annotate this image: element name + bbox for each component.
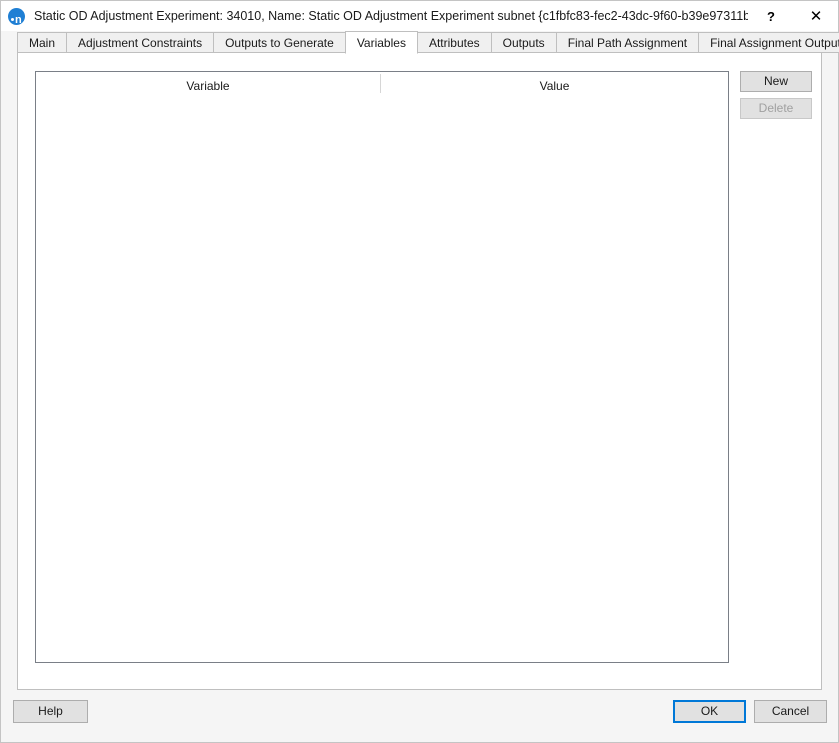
tab-final-path-assignment[interactable]: Final Path Assignment — [555, 32, 699, 53]
window-controls: ? ✕ — [748, 1, 838, 31]
close-icon[interactable]: ✕ — [794, 1, 838, 31]
logo-dot — [11, 17, 14, 21]
dialog-footer: Help OK Cancel — [1, 690, 838, 742]
cancel-button[interactable]: Cancel — [754, 700, 827, 723]
logo-letter: n — [15, 13, 22, 25]
help-button[interactable]: Help — [13, 700, 88, 723]
variables-table[interactable]: Variable Value — [35, 71, 729, 663]
tab-variables[interactable]: Variables — [344, 31, 418, 54]
tab-final-assignment-outputs[interactable]: Final Assignment Outputs — [698, 32, 839, 53]
table-body-empty[interactable] — [36, 99, 728, 662]
column-header-variable[interactable]: Variable — [36, 72, 380, 99]
table-header-row: Variable Value — [36, 72, 728, 99]
column-header-value[interactable]: Value — [381, 72, 728, 99]
variables-tab-panel: Variable Value New Delete — [17, 52, 822, 690]
new-button[interactable]: New — [740, 71, 812, 92]
delete-button: Delete — [740, 98, 812, 119]
tab-main[interactable]: Main — [17, 32, 67, 53]
ok-button[interactable]: OK — [673, 700, 746, 723]
table-actions: New Delete — [740, 71, 812, 119]
tab-outputs-to-generate[interactable]: Outputs to Generate — [213, 32, 345, 53]
app-logo-icon: n — [8, 7, 25, 25]
help-icon[interactable]: ? — [748, 1, 794, 31]
title-bar: n Static OD Adjustment Experiment: 34010… — [1, 1, 838, 31]
tab-adjustment-constraints[interactable]: Adjustment Constraints — [66, 32, 214, 53]
tab-outputs[interactable]: Outputs — [490, 32, 556, 53]
dialog-window: n Static OD Adjustment Experiment: 34010… — [0, 0, 839, 743]
window-title: Static OD Adjustment Experiment: 34010, … — [34, 9, 748, 23]
tab-attributes[interactable]: Attributes — [417, 32, 491, 53]
tab-bar: Main Adjustment Constraints Outputs to G… — [17, 31, 839, 54]
